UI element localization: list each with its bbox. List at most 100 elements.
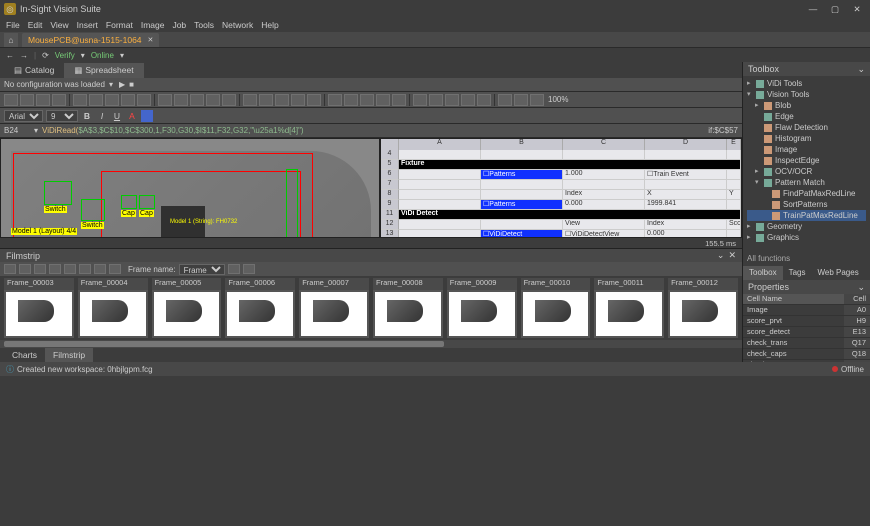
toolbar-button[interactable] <box>477 94 491 106</box>
play-icon[interactable]: ▶ <box>119 80 125 89</box>
tree-node[interactable]: ▸OCV/OCR <box>747 166 866 177</box>
cell[interactable] <box>727 180 741 190</box>
close-button[interactable]: ✕ <box>852 4 862 15</box>
tree-node[interactable]: ▾Vision Tools <box>747 89 866 100</box>
menu-image[interactable]: Image <box>141 20 165 30</box>
frame-thumbnail[interactable]: Frame_00009 <box>447 278 517 338</box>
menu-insert[interactable]: Insert <box>77 20 98 30</box>
table-row[interactable]: 9☐Patterns0.0001999.841 <box>381 200 741 210</box>
online-button[interactable]: Online <box>91 51 114 60</box>
refresh-icon[interactable]: ⟳ <box>42 51 49 60</box>
formula-input[interactable]: ViDiRead($A$3,$C$10,$C$300,1,F30,G30,$I$… <box>42 126 708 135</box>
dropdown-icon[interactable]: ▾ <box>34 126 38 135</box>
frame-thumbnail[interactable]: Frame_00006 <box>225 278 295 338</box>
table-row[interactable]: 6☐Patterns1.000☐Train Event <box>381 170 741 180</box>
cell[interactable] <box>399 190 481 200</box>
cell[interactable] <box>399 180 481 190</box>
filmstrip-tab[interactable]: Filmstrip <box>45 348 93 362</box>
cell[interactable] <box>399 230 481 237</box>
table-row[interactable]: 13☐ViDiDetect☐ViDiDetectView0.000 <box>381 230 741 237</box>
frame-thumbnail[interactable]: Frame_00007 <box>299 278 369 338</box>
menu-file[interactable]: File <box>6 20 20 30</box>
next-frame-button[interactable] <box>49 264 61 274</box>
text-color-button[interactable]: A <box>126 110 138 122</box>
col-b[interactable]: B <box>481 139 563 150</box>
tree-node[interactable]: ▸Graphics <box>747 232 866 243</box>
bold-button[interactable]: B <box>81 110 93 122</box>
online-dropdown-icon[interactable]: ▾ <box>120 51 124 60</box>
underline-button[interactable]: U <box>111 110 123 122</box>
toolbar-button[interactable] <box>328 94 342 106</box>
menu-view[interactable]: View <box>50 20 68 30</box>
tree-node[interactable]: Histogram <box>747 133 866 144</box>
table-row[interactable]: 4 <box>381 150 741 160</box>
cell[interactable]: ☐ViDiDetectView <box>563 230 645 237</box>
toolbar-button[interactable] <box>89 94 103 106</box>
toolbar-button[interactable] <box>158 94 172 106</box>
cell[interactable] <box>563 180 645 190</box>
toolbar-button[interactable] <box>121 94 135 106</box>
close-tab-icon[interactable]: ✕ <box>148 36 154 44</box>
zoom-level[interactable]: 100% <box>548 95 568 104</box>
frame-thumbnail[interactable]: Frame_00010 <box>521 278 591 338</box>
settings-button[interactable] <box>109 264 121 274</box>
tree-node[interactable]: InspectEdge <box>747 155 866 166</box>
cell[interactable] <box>481 220 563 230</box>
toolbar-button[interactable] <box>360 94 374 106</box>
tree-node[interactable]: Edge <box>747 111 866 122</box>
toolbar-button[interactable] <box>376 94 390 106</box>
framename-select[interactable]: Frame <box>179 264 225 275</box>
image-view[interactable]: Switch Switch Cap Cap Cap Model 1 (Strin… <box>0 138 380 238</box>
cell[interactable] <box>727 170 741 180</box>
tree-node[interactable]: ▸ViDi Tools <box>747 78 866 89</box>
toolbox-tab-button[interactable]: Toolbox <box>743 266 783 280</box>
loop-button[interactable] <box>94 264 106 274</box>
all-functions-link[interactable]: All functions <box>747 253 866 264</box>
cell[interactable] <box>399 150 481 160</box>
chevron-down-icon[interactable]: ⌄ <box>857 64 865 75</box>
cell[interactable]: 1.000 <box>563 170 645 180</box>
menu-job[interactable]: Job <box>172 20 186 30</box>
table-row[interactable]: 7 <box>381 180 741 190</box>
cell[interactable] <box>481 150 563 160</box>
toolbar-button[interactable] <box>429 94 443 106</box>
config-dropdown-icon[interactable]: ▾ <box>109 80 113 89</box>
tree-node[interactable]: TrainPatMaxRedLine <box>747 210 866 221</box>
cell[interactable] <box>481 180 563 190</box>
cell[interactable] <box>727 150 741 160</box>
cell[interactable] <box>399 170 481 180</box>
toolbar-button[interactable] <box>514 94 528 106</box>
tree-node[interactable]: FindPatMaxRedLine <box>747 188 866 199</box>
frame-list[interactable]: Frame_00003Frame_00004Frame_00005Frame_0… <box>0 276 742 340</box>
toolbar-button[interactable] <box>530 94 544 106</box>
catalog-tab[interactable]: ▤Catalog <box>4 63 64 78</box>
acquire-button[interactable] <box>228 264 240 274</box>
tree-node[interactable]: ▸Blob <box>747 100 866 111</box>
cell[interactable]: 0.000 <box>563 200 645 210</box>
chevron-down-icon[interactable]: ⌄ <box>857 282 865 293</box>
toolbar-button[interactable] <box>392 94 406 106</box>
document-tab[interactable]: MousePCB@usna-1515-1064 ✕ <box>22 33 159 47</box>
menu-help[interactable]: Help <box>261 20 278 30</box>
col-d[interactable]: D <box>645 139 727 150</box>
charts-tab[interactable]: Charts <box>4 348 45 362</box>
cell[interactable]: 0.000 <box>645 230 727 237</box>
menu-format[interactable]: Format <box>106 20 133 30</box>
toolbar-button[interactable] <box>73 94 87 106</box>
fill-color-button[interactable] <box>141 110 153 122</box>
cell[interactable]: Y <box>727 190 741 200</box>
cell[interactable]: Index <box>645 220 727 230</box>
toolbar-button[interactable] <box>36 94 50 106</box>
tree-node[interactable]: ▾Pattern Match <box>747 177 866 188</box>
table-row[interactable]: 11ViDi Detect <box>381 210 741 220</box>
back-icon[interactable]: ← <box>6 51 14 60</box>
menu-edit[interactable]: Edit <box>28 20 43 30</box>
frame-thumbnail[interactable]: Frame_00012 <box>668 278 738 338</box>
forward-icon[interactable]: → <box>20 51 28 60</box>
close-panel-icon[interactable]: ✕ <box>728 250 736 261</box>
menu-tools[interactable]: Tools <box>194 20 214 30</box>
connection-status[interactable]: Offline <box>832 365 864 374</box>
toolbar-button[interactable] <box>413 94 427 106</box>
toolbar-button[interactable] <box>259 94 273 106</box>
toolbar-button[interactable] <box>461 94 475 106</box>
